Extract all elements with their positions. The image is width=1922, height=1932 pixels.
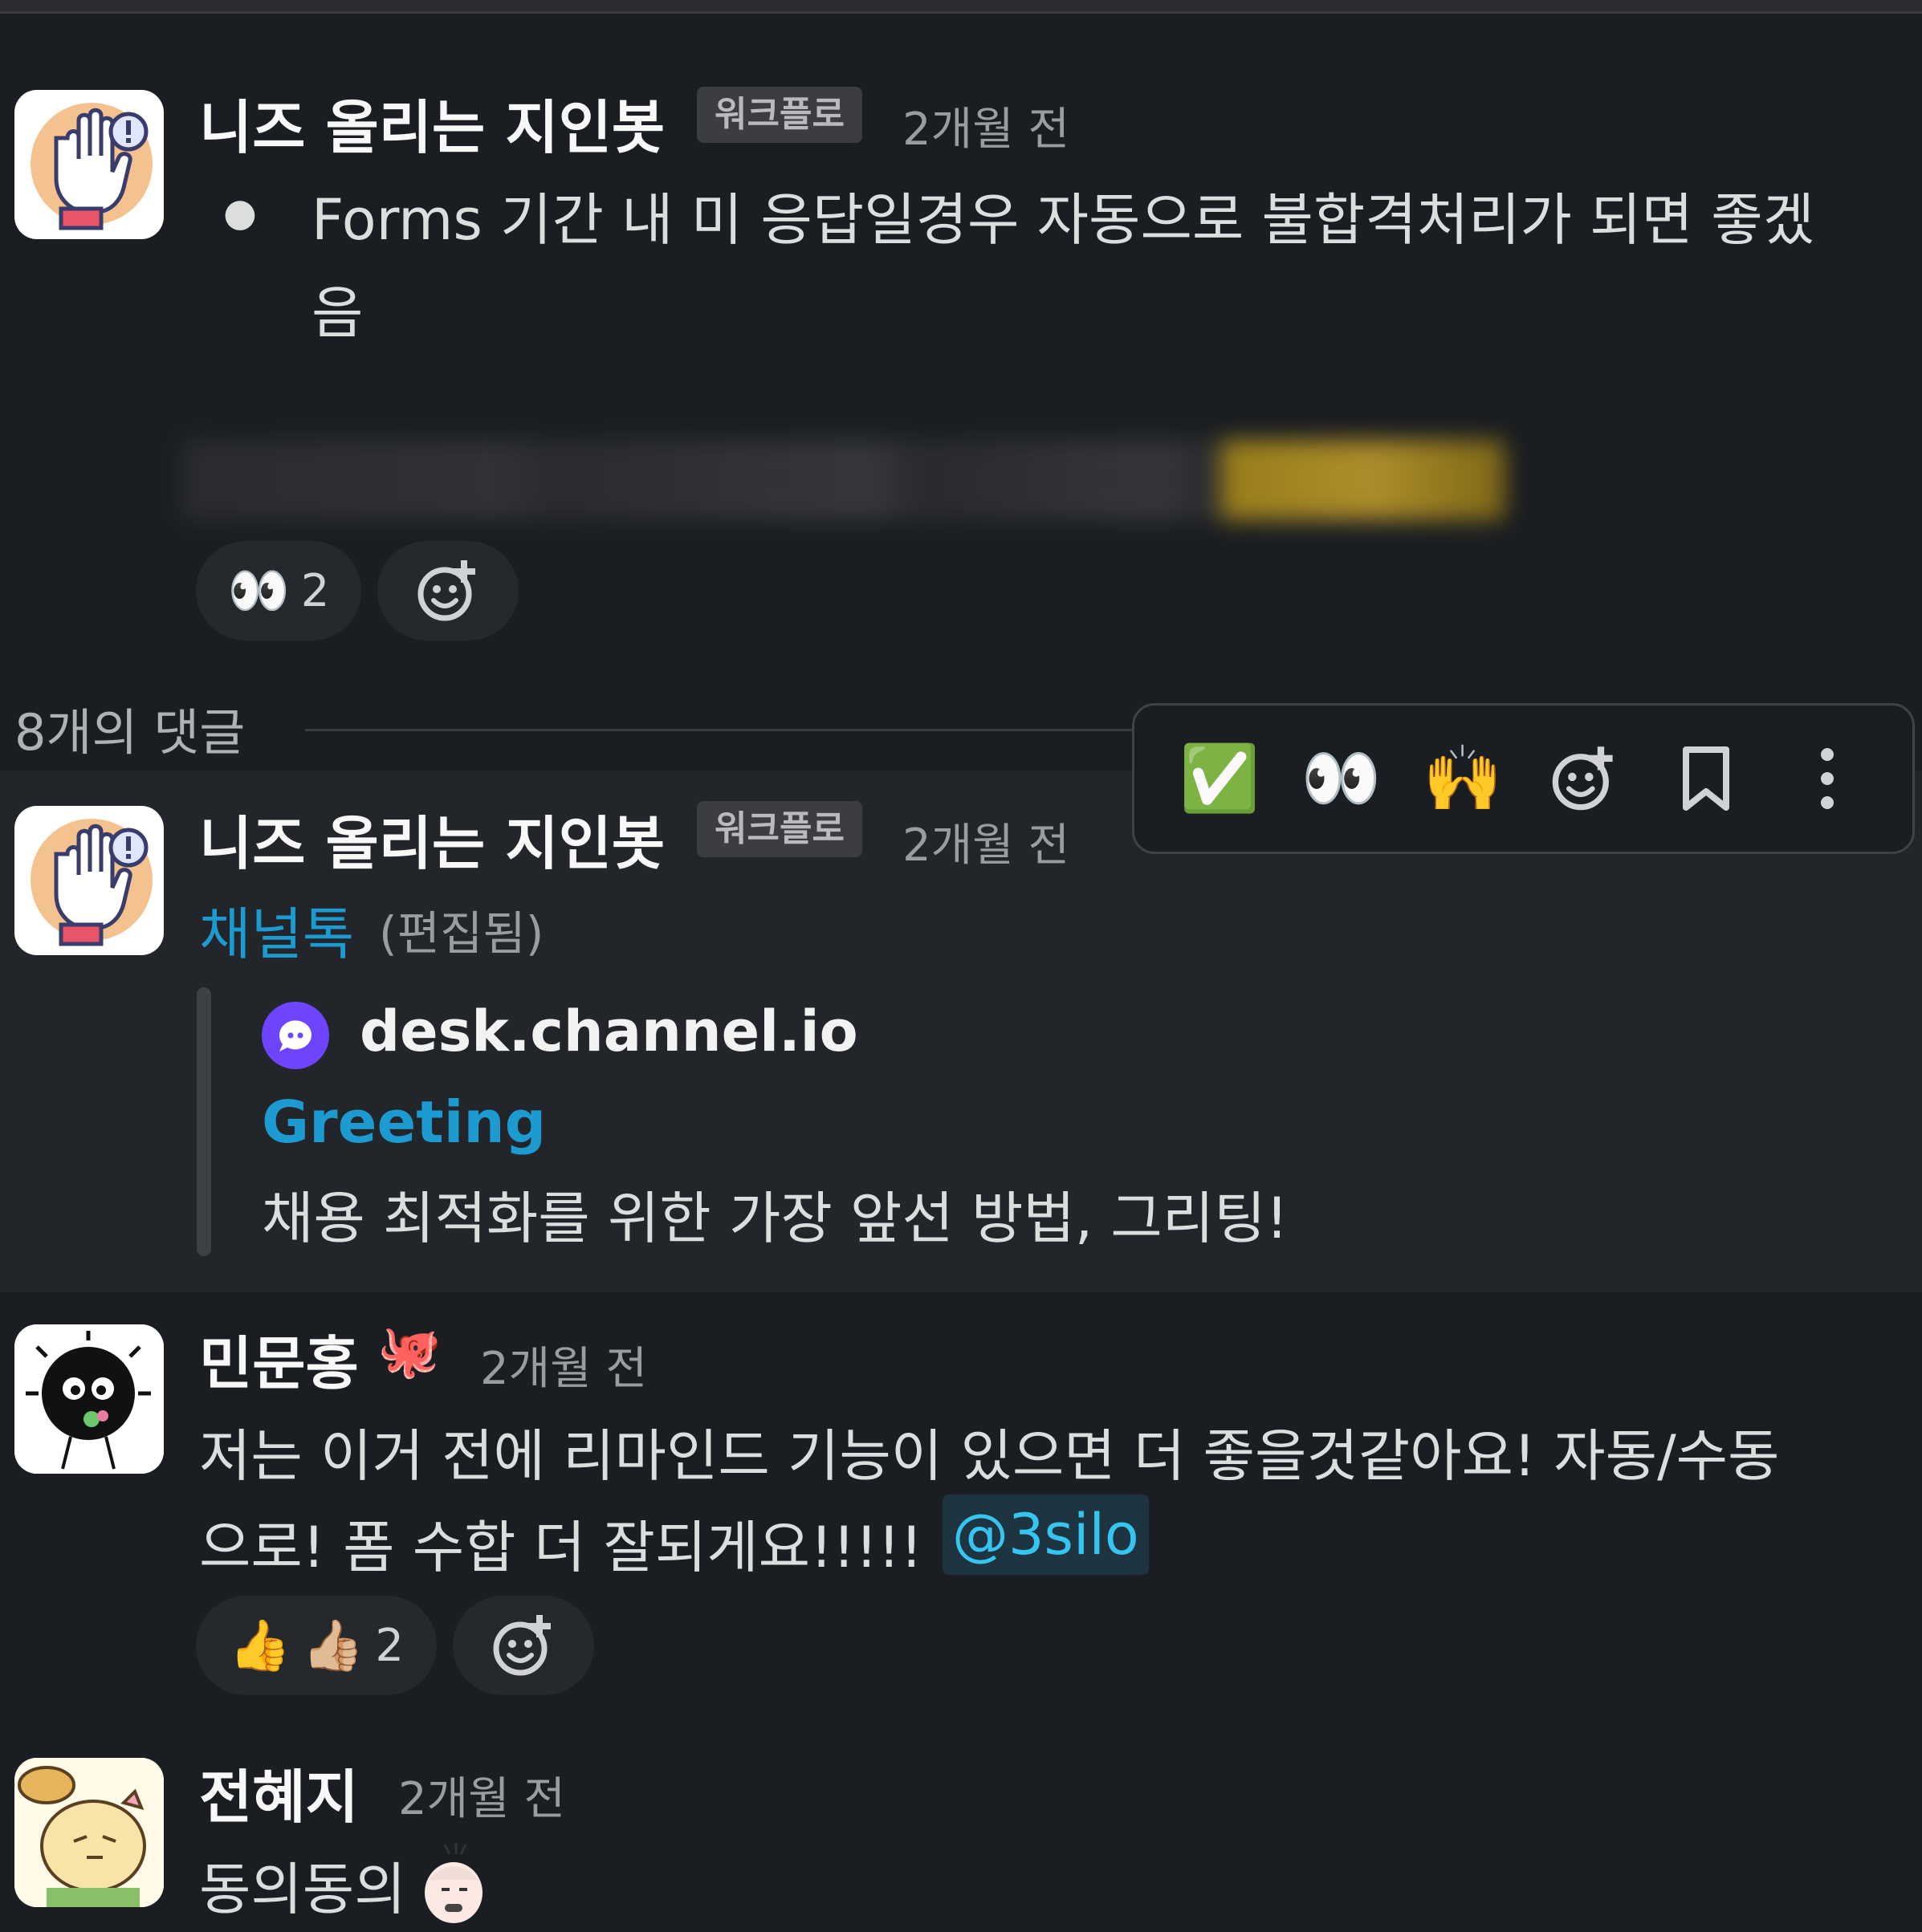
timestamp[interactable]: 2개월 전 [398,1763,565,1828]
eyes-emoji: 👀 [1301,741,1382,816]
quick-react-raised-hands[interactable]: 🙌 [1415,730,1511,827]
raised-hand-icon [31,103,153,230]
reaction-count: 2 [375,1619,405,1672]
thumbsup-medium-light-emoji: 👍🏼 [302,1616,364,1674]
top-divider [0,0,1922,14]
add-reaction-icon [1552,746,1613,811]
user-mention[interactable]: @3silo [943,1495,1149,1575]
reaction-thumbsup[interactable]: 👍 👍🏼 2 [196,1596,437,1695]
reaction-count: 2 [300,564,330,617]
add-reaction-icon [417,560,475,621]
add-reaction-icon [493,1615,551,1676]
more-actions-button[interactable] [1779,730,1875,827]
author-name[interactable]: 니즈 올리는 지인봇 [199,80,665,165]
attachment-bar [197,987,211,1256]
check-emoji: ✅ [1179,741,1260,816]
timestamp[interactable]: 2개월 전 [902,93,1069,158]
eyes-emoji: 👀 [227,561,290,620]
add-reaction-button[interactable] [1536,730,1632,827]
blurred-footer [181,440,1505,520]
message-actions-toolbar: ✅ 👀 🙌 [1132,703,1915,854]
octopus-status-emoji: 🐙 [377,1322,442,1381]
reaction-eyes[interactable]: 👀 2 [196,541,361,641]
message-text-line2: 음 [312,280,364,346]
bookmark-icon [1682,746,1729,811]
timestamp[interactable]: 2개월 전 [902,809,1069,874]
author-name[interactable]: 전혜지 [199,1750,359,1834]
raised-hand-icon [31,819,153,946]
thumbsup-emoji: 👍 [228,1616,291,1674]
quick-react-check[interactable]: ✅ [1171,730,1268,827]
save-for-later-button[interactable] [1658,730,1754,827]
more-vertical-icon [1821,748,1834,809]
add-reaction-button[interactable] [377,541,519,641]
bot-avatar[interactable] [14,90,164,239]
author-name[interactable]: 민문홍 [199,1316,359,1401]
message-text: 동의동의 [199,1857,406,1922]
message-text-line2: 으로! 폼 수합 더 잘되게요!!!!! [199,1515,923,1580]
message-text-line1: 저는 이거 전에 리마인드 기능이 있으면 더 좋을것같아요! 자동/수동 [199,1423,1780,1489]
message-text-line1: Forms 기간 내 미 응답일경우 자동으로 불합격처리가 되면 좋겠 [312,187,1815,253]
attachment-site[interactable]: desk.channel.io [360,999,858,1064]
timestamp[interactable]: 2개월 전 [480,1332,647,1397]
thread-reply-count[interactable]: 8개의 댓글 [14,692,245,764]
bot-avatar[interactable] [14,806,164,955]
cartoon-avatar-icon [14,1758,164,1907]
user-avatar[interactable] [14,1758,164,1907]
attachment-title[interactable]: Greeting [262,1088,546,1156]
workflow-tag: 워크플로 [697,801,862,857]
workflow-tag: 워크플로 [697,87,862,143]
custom-emoji-sticker-icon [409,1840,498,1928]
quick-react-eyes[interactable]: 👀 [1293,730,1389,827]
channeltalk-link[interactable]: 채널톡 [199,889,354,970]
channel-logo-icon [262,1002,329,1069]
thread-divider [305,729,1140,731]
add-reaction-button[interactable] [453,1596,594,1695]
soot-sprite-avatar-icon [14,1324,164,1474]
user-avatar[interactable] [14,1324,164,1474]
edited-label: (편집됨) [379,906,544,961]
raised-hands-emoji: 🙌 [1422,741,1503,816]
bullet: ● [223,190,257,235]
attachment-description: 채용 최적화를 위한 가장 앞선 방법, 그리팅! [262,1186,1289,1251]
author-name[interactable]: 니즈 올리는 지인봇 [199,796,665,881]
